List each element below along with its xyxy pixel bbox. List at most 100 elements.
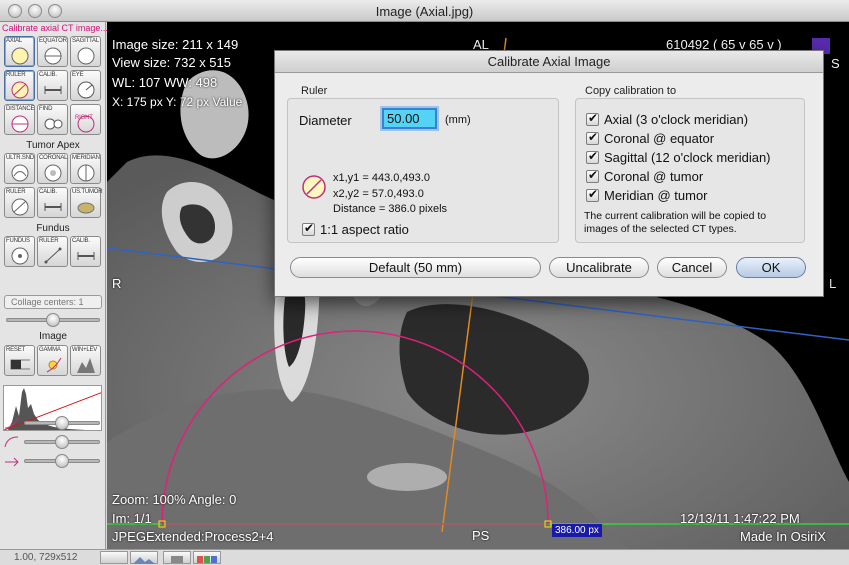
image-section-label: Image [39, 331, 67, 342]
ruler-icon [11, 81, 29, 99]
meridian-tool-button[interactable]: MERIDIAN [70, 153, 101, 184]
tool-label: GAMMA [39, 347, 61, 353]
equator-tool-button[interactable]: EQUATOR [37, 36, 68, 67]
distance-tool-button[interactable]: DISTANCE [4, 104, 35, 135]
eye-tool-button[interactable]: EYE [70, 70, 101, 101]
single-frame-icon [171, 556, 183, 563]
collage-centers-field[interactable]: Collage centers: 1 [4, 295, 102, 309]
gamma-icon [46, 357, 62, 373]
copy-note-line-2: images of the selected CT types. [584, 223, 737, 235]
curve-low-icon [4, 417, 19, 429]
curve-invert-slider-knob[interactable] [55, 454, 69, 468]
zoom-angle-readout: Zoom: 100% Angle: 0 [112, 492, 237, 507]
copy-calibration-group-title: Copy calibration to [585, 85, 677, 97]
collage-slider-knob[interactable] [46, 313, 60, 327]
window-title: Image (Axial.jpg) [375, 4, 474, 19]
tool-label: SAGITTAL [72, 38, 99, 44]
tool-label: RULER [6, 189, 26, 195]
tool-label: MERIDIAN [72, 155, 100, 161]
cancel-button[interactable]: Cancel [657, 257, 727, 278]
copy-meridian-tumor-checkbox[interactable] [586, 187, 599, 202]
distance-icon [11, 115, 29, 133]
gamma-tool-button[interactable]: GAMMA [37, 345, 68, 376]
default-50mm-button[interactable]: Default (50 mm) [290, 257, 541, 278]
color-view-button[interactable] [193, 551, 221, 564]
calibration-tool-button[interactable]: CALIB. [37, 70, 68, 101]
coronal-tool-button[interactable]: CORONAL [37, 153, 68, 184]
ok-button[interactable]: OK [736, 257, 806, 278]
made-in-osirix-label: Made In OsiriX [740, 529, 826, 544]
ruler-icon [44, 247, 62, 264]
dialog-title: Calibrate Axial Image [275, 51, 823, 73]
ruler-icon [11, 198, 29, 216]
datetime-readout: 12/13/11 1:47:22 PM [680, 511, 800, 526]
find-tool-button[interactable]: FIND [37, 104, 68, 135]
curve-low-slider-knob[interactable] [55, 416, 69, 430]
fundus-ruler-tool-button[interactable]: RULER [37, 236, 68, 267]
tool-label: FUNDUS [6, 238, 30, 244]
fundus-tool-button[interactable]: FUNDUS [4, 236, 35, 267]
right-eye-tool-button[interactable]: RIGHT [70, 104, 101, 135]
bottom-status-bar: 1.00, 729x512 [0, 549, 849, 565]
orientation-top-right-marker: S [831, 56, 840, 71]
tool-palette: Calibrate axial CT image... AXIAL EQUATO… [0, 22, 108, 549]
ultrasound-tool-button[interactable]: ULTR.SND [4, 153, 35, 184]
distance-readout: Distance = 386.0 pixels [333, 203, 448, 215]
ruler-circle-icon [302, 175, 326, 199]
point-two-coords: x2,y2 = 57.0,493.0 [333, 188, 424, 200]
copy-coronal-tumor-label: Coronal @ tumor [604, 169, 704, 184]
sagittal-tool-button[interactable]: SAGITTAL [70, 36, 101, 67]
tool-label: FIND [39, 106, 53, 112]
window-level-tool-button[interactable]: WIN+LEV [70, 345, 101, 376]
ruler-group-title: Ruler [301, 85, 328, 97]
axial-circle-icon [11, 47, 29, 65]
palette-status-text: Calibrate axial CT image... [2, 23, 108, 33]
ruler-measurement-label[interactable]: 386.00 px [552, 524, 602, 537]
copy-axial-checkbox[interactable] [586, 111, 599, 126]
view-size-readout: View size: 732 x 515 [112, 55, 231, 70]
copy-sagittal-checkbox[interactable] [586, 149, 599, 164]
axial-tool-button[interactable]: AXIAL [4, 36, 35, 67]
curve-high-slider-knob[interactable] [55, 435, 69, 449]
tool-label: CALIB. [39, 189, 57, 195]
fundus-icon [11, 247, 29, 265]
copy-note-line-1: The current calibration will be copied t… [584, 210, 767, 222]
uncalibrate-button[interactable]: Uncalibrate [549, 257, 649, 278]
orientation-bottom-marker: PS [472, 528, 490, 543]
tumor-calibration-tool-button[interactable]: CALIB. [37, 187, 68, 218]
aspect-ratio-label: 1:1 aspect ratio [320, 222, 409, 237]
mountain-icon [133, 557, 155, 564]
tool-label: ULTR.SND [6, 155, 34, 161]
tool-label: CORONAL [39, 155, 68, 161]
us-tumor-tool-button[interactable]: US.TUMOR [70, 187, 103, 218]
aspect-ratio-checkbox[interactable] [302, 221, 315, 236]
title-bar[interactable]: Image (Axial.jpg) [0, 0, 849, 22]
diameter-unit-label: (mm) [445, 114, 471, 126]
reset-icon [10, 359, 30, 370]
meridian-icon [77, 164, 95, 182]
tool-label: RULER [39, 238, 59, 244]
tool-label: CALIB. [39, 72, 57, 78]
equator-circle-icon [44, 47, 62, 65]
coronal-icon [44, 164, 62, 182]
diameter-label: Diameter [299, 113, 352, 128]
mountain-view-button[interactable] [130, 551, 158, 564]
ruler-tool-button[interactable]: RULER [4, 70, 35, 101]
osirix-image-window: Image (Axial.jpg) Calibrate axial CT ima… [0, 0, 849, 565]
find-icon [44, 118, 63, 130]
calibration-icon [44, 86, 62, 94]
codec-readout: JPEGExtended:Process2+4 [112, 529, 274, 544]
tumor-apex-label: Tumor Apex [26, 140, 80, 151]
us-tumor-icon [77, 202, 95, 214]
tool-label: WIN+LEV [72, 347, 98, 353]
tool-label: US.TUMOR [72, 189, 103, 195]
tumor-ruler-tool-button[interactable]: RULER [4, 187, 35, 218]
image-size-readout: Image size: 211 x 149 [112, 37, 239, 52]
diameter-input[interactable]: 50.00 [382, 108, 437, 129]
single-view-button[interactable] [163, 551, 191, 564]
reset-tool-button[interactable]: RESET [4, 345, 35, 376]
copy-coronal-equator-checkbox[interactable] [586, 130, 599, 145]
fundus-calibration-tool-button[interactable]: CALIB. [70, 236, 101, 267]
copy-coronal-tumor-checkbox[interactable] [586, 168, 599, 183]
thumbnail-view-button[interactable] [100, 551, 128, 564]
